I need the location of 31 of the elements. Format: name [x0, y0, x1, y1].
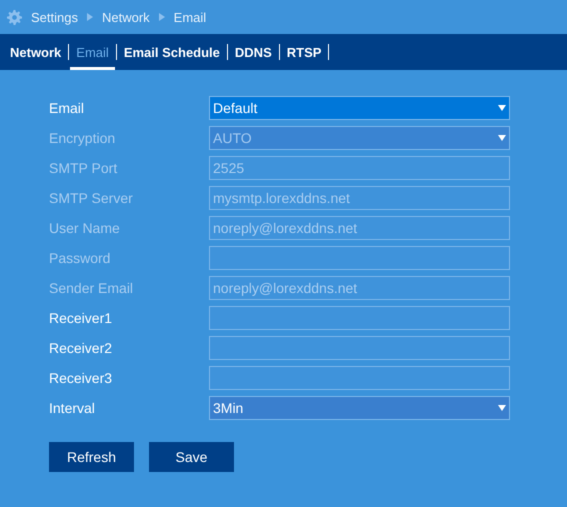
input-field[interactable] [209, 336, 510, 360]
breadcrumb-item[interactable]: Network [102, 10, 150, 24]
chevron-icon [158, 13, 165, 21]
action-button[interactable]: Save [149, 442, 234, 472]
field-label: Receiver3 [49, 370, 114, 386]
tab[interactable]: DDNS [228, 34, 278, 70]
caret-icon [498, 105, 506, 111]
field-label: SMTP Server [49, 190, 134, 206]
gear-icon [7, 10, 22, 24]
field-label: Email [49, 100, 86, 116]
caret-icon [498, 135, 506, 141]
field-label: Receiver2 [49, 340, 114, 356]
field-label: Receiver1 [49, 310, 114, 326]
dropdown[interactable]: Default [209, 96, 510, 120]
field-label: Password [49, 250, 112, 266]
input-field[interactable] [209, 366, 510, 390]
tab[interactable]: RTSP [280, 34, 328, 70]
field-label: SMTP Port [49, 160, 118, 176]
field-label: Sender Email [49, 280, 134, 296]
chevron-icon [86, 13, 93, 21]
action-button[interactable]: Refresh [49, 442, 134, 472]
field-label: Encryption [49, 130, 116, 146]
field-label: Interval [49, 400, 96, 416]
breadcrumb-item[interactable]: Settings [31, 10, 78, 24]
tab[interactable]: Email Schedule [118, 34, 226, 70]
tab[interactable]: Network [4, 34, 68, 70]
field-label: User Name [49, 220, 121, 236]
caret-icon [498, 405, 506, 411]
breadcrumb-item[interactable]: Email [174, 10, 206, 24]
input-field[interactable] [209, 306, 510, 330]
dropdown[interactable]: 3Min [209, 396, 510, 420]
